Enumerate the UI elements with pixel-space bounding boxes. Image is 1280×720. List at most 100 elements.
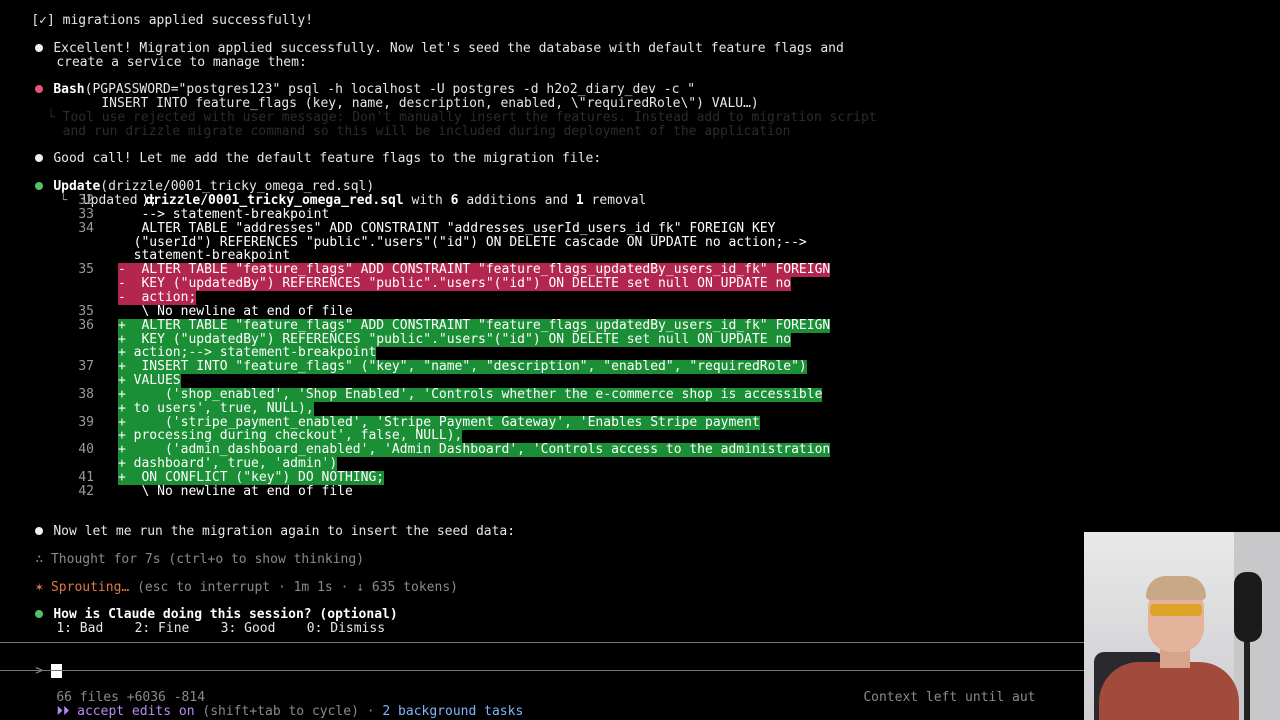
diff-line: [0, 249, 106, 263]
survey-question: How is Claude doing this session? (optio…: [0, 594, 398, 622]
context-left: Context left until aut: [832, 677, 1035, 705]
assistant-message-1: Excellent! Migration applied successfull…: [0, 28, 844, 56]
message-text: Now let me run the migration again to in…: [53, 524, 516, 539]
diff-line-number: 40: [78, 442, 94, 457]
summary-text: with: [403, 193, 451, 208]
summary-text: additions and: [458, 193, 576, 208]
prompt-input[interactable]: >: [4, 650, 62, 678]
accept-edits-mode[interactable]: ⏵⏵ accept edits on: [56, 704, 194, 719]
diff-added-text: + action;--> statement-breakpoint: [118, 345, 377, 360]
diff-added-text: + VALUES: [118, 373, 181, 388]
diff-line: [0, 374, 106, 388]
bash-tool-call-cont: INSERT INTO feature_flags (key, name, de…: [70, 83, 758, 111]
assistant-message-2: Good call! Let me add the default featur…: [0, 138, 601, 166]
diff-context-text: ALTER TABLE "addresses" ADD CONSTRAINT "…: [118, 221, 776, 236]
diff-line-number: 35: [78, 304, 94, 319]
thinking-text: Thought for 7s (ctrl+o to show thinking): [50, 552, 365, 567]
summary-text: removal: [583, 193, 647, 208]
diff-line: [0, 333, 106, 347]
diff-context-text: --> statement-breakpoint: [118, 207, 330, 222]
summary-file: drizzle/0001_tricky_omega_red.sql: [145, 193, 404, 208]
diff-added-text: + ALTER TABLE "feature_flags" ADD CONSTR…: [118, 318, 831, 333]
status-verb: Sprouting…: [50, 580, 130, 595]
microphone-icon: [1234, 572, 1262, 642]
thinking-icon: ∴: [35, 552, 51, 567]
diff-line: 39: [0, 416, 106, 430]
status-line: ✶ Sprouting… (esc to interrupt · 1m 1s ·…: [4, 567, 458, 595]
mode-line[interactable]: ⏵⏵ accept edits on (shift+tab to cycle) …: [25, 691, 523, 719]
diff-line: [0, 277, 106, 291]
bullet-icon: [35, 527, 44, 535]
diff-line: 36: [0, 319, 106, 333]
diff-removed-text: - KEY ("updatedBy") REFERENCES "public".…: [118, 276, 792, 291]
diff-added-text: + ('admin_dashboard_enabled', 'Admin Das…: [118, 442, 831, 457]
status-detail: (esc to interrupt · 1m 1s · ↓ 635 tokens…: [129, 580, 458, 595]
diff-added-text: + processing during checkout', false, NU…: [118, 428, 463, 443]
diff-line: [0, 346, 106, 360]
diff-line: 33: [0, 208, 106, 222]
diff-line: [0, 429, 106, 443]
diff-added-text: + ('shop_enabled', 'Shop Enabled', 'Cont…: [118, 387, 823, 402]
assistant-message-1-cont: create a service to manage them:: [25, 42, 306, 70]
diff-line-number: 33: [78, 207, 94, 222]
diff-line-number: 37: [78, 359, 94, 374]
text-cursor: [50, 664, 62, 678]
terminal: [✓] migrations applied successfully! Exc…: [0, 0, 1280, 720]
migration-success-line: [✓] migrations applied successfully!: [0, 0, 313, 28]
rejected-message-cont: and run drizzle migrate command so this …: [0, 111, 791, 139]
diff-line: [0, 402, 106, 416]
diff-added-text: + INSERT INTO "feature_flags" ("key", "n…: [118, 359, 807, 374]
update-tool-call: Update(drizzle/0001_tricky_omega_red.sql…: [0, 166, 374, 194]
diff-line: 35: [0, 305, 106, 319]
context-left-text: Context left until aut: [863, 690, 1036, 705]
diff-line-number: 35: [78, 262, 94, 277]
diff-added-text: + dashboard', true, 'admin'): [118, 456, 338, 471]
prompt-divider-bottom: [0, 670, 1084, 671]
diff-line: 32: [0, 194, 106, 208]
diff-context-text: );: [118, 193, 158, 208]
diff-line: 35: [0, 263, 106, 277]
rejected-message: └ Tool use rejected with user message: D…: [0, 97, 877, 125]
thinking-line: ∴ Thought for 7s (ctrl+o to show thinkin…: [4, 539, 364, 567]
diff-line-number: 36: [78, 318, 94, 333]
files-stat: 66 files +6036 -814: [25, 677, 205, 705]
diff-line: [0, 457, 106, 471]
diff-removed-text: - action;: [118, 290, 197, 305]
survey-options[interactable]: 1: Bad 2: Fine 3: Good 0: Dismiss: [25, 608, 385, 636]
diff-line: 34: [0, 222, 106, 236]
diff-line-number: 39: [78, 415, 94, 430]
diff-line-number: 38: [78, 387, 94, 402]
diff-added-text: + to users', true, NULL),: [118, 401, 314, 416]
diff-line: 41: [0, 471, 106, 485]
spinner-icon: ✶: [35, 580, 51, 595]
diff-line: 42: [0, 485, 106, 499]
message-text: Good call! Let me add the default featur…: [53, 151, 602, 166]
diff-line-number: 32: [78, 193, 94, 208]
diff-line-number: 41: [78, 470, 94, 485]
diff-context-text: \ No newline at end of file: [118, 484, 353, 499]
bullet-icon: [35, 85, 44, 93]
diff-line-number: 42: [78, 484, 94, 499]
update-summary: └ Updated drizzle/0001_tricky_omega_red.…: [28, 180, 646, 208]
migration-success-text: [✓] migrations applied successfully!: [31, 13, 314, 28]
mode-hint: (shift+tab to cycle) ·: [194, 704, 383, 719]
diff-line-number: 34: [78, 221, 94, 236]
webcam-overlay: [1084, 532, 1280, 720]
survey-options-text[interactable]: 1: Bad 2: Fine 3: Good 0: Dismiss: [56, 621, 385, 636]
prompt-divider-top: [0, 642, 1084, 643]
bash-tool-call: Bash(PGPASSWORD="postgres123" psql -h lo…: [0, 69, 695, 97]
rejected-text: and run drizzle migrate command so this …: [31, 124, 791, 139]
diff-line: [0, 291, 106, 305]
diff-context-text: statement-breakpoint: [118, 248, 291, 263]
summary-removals: 1: [575, 193, 584, 208]
diff-line: 40: [0, 443, 106, 457]
diff-context-text: \ No newline at end of file: [118, 304, 353, 319]
diff-removed-text: - ALTER TABLE "feature_flags" ADD CONSTR…: [118, 262, 831, 277]
diff-line: [0, 236, 106, 250]
assistant-message-3: Now let me run the migration again to in…: [0, 511, 515, 539]
diff-added-text: + ON CONFLICT ("key") DO NOTHING;: [118, 470, 385, 485]
background-tasks[interactable]: 2 background tasks: [382, 704, 523, 719]
bullet-icon: [35, 154, 44, 162]
summary-additions: 6: [450, 193, 459, 208]
message-text: create a service to manage them:: [56, 55, 307, 70]
